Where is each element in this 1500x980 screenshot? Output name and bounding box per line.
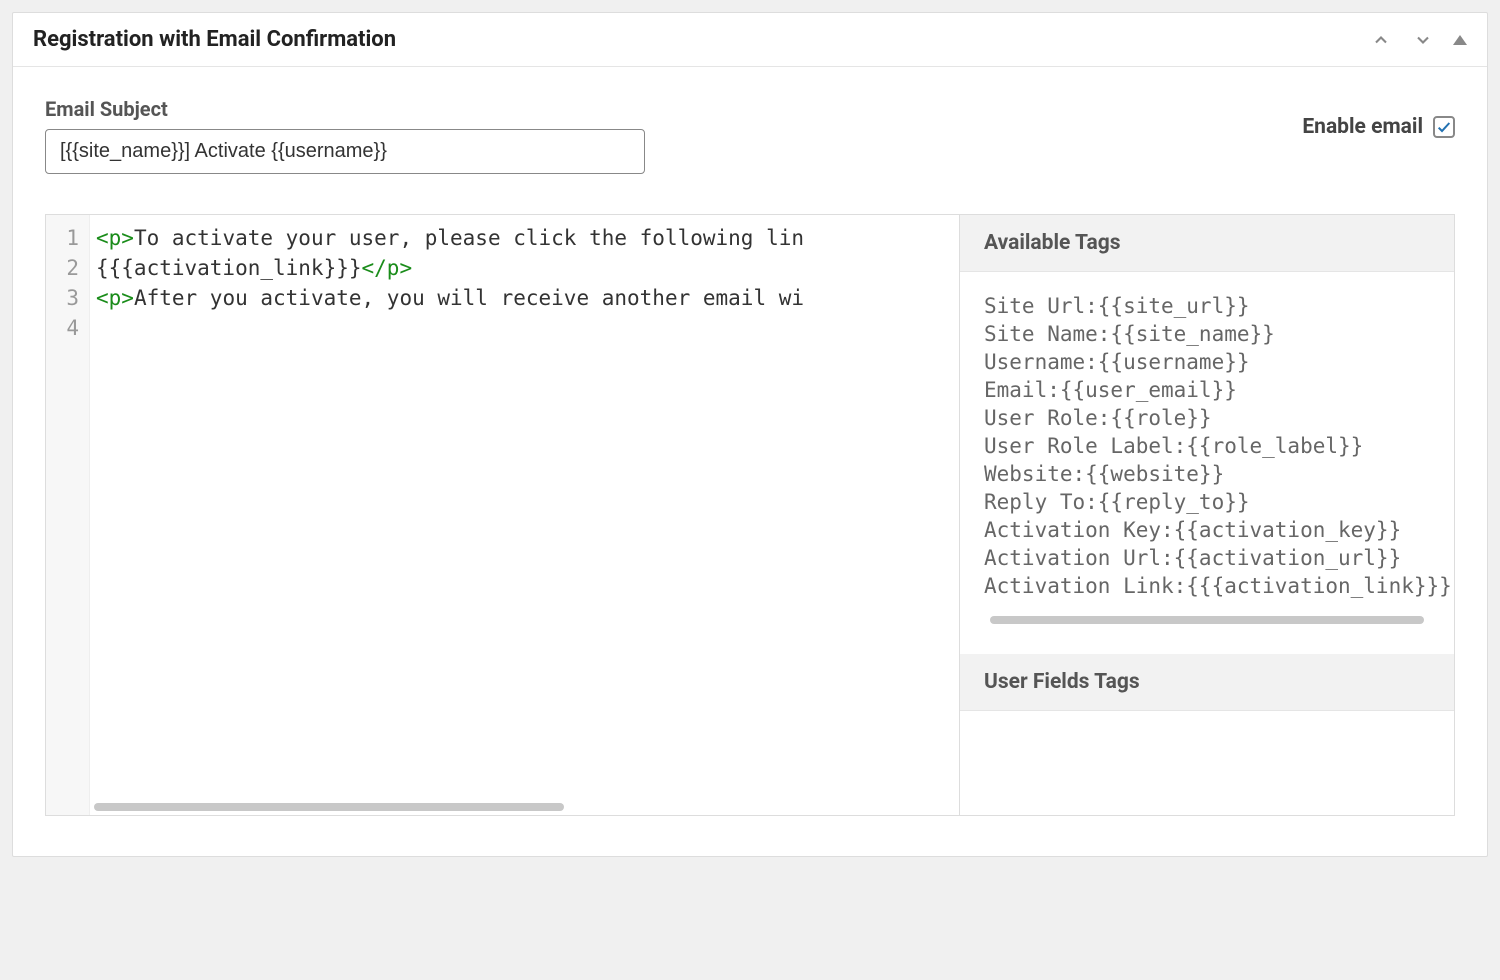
collapse-icon[interactable] [1453, 35, 1467, 45]
line-number: 3 [52, 283, 79, 313]
code-line[interactable]: {{{activation_link}}}</p> [96, 253, 953, 283]
chevron-up-icon[interactable] [1369, 28, 1393, 52]
enable-email-checkbox[interactable] [1433, 116, 1455, 138]
code-line[interactable]: <p>To activate your user, please click t… [96, 223, 953, 253]
tags-horizontal-scrollbar[interactable] [990, 616, 1424, 624]
line-number: 2 [52, 253, 79, 283]
user-fields-tags-header: User Fields Tags [960, 654, 1454, 711]
subject-label: Email Subject [45, 97, 645, 121]
enable-email-group: Enable email [1302, 115, 1455, 139]
editor-horizontal-scrollbar[interactable] [94, 803, 564, 811]
tags-sidebar: Available Tags Site Url:{{site_url}}Site… [959, 215, 1454, 815]
code-line[interactable] [96, 313, 953, 343]
editor-row: 1234 <p>To activate your user, please cl… [45, 214, 1455, 816]
tag-row[interactable]: Username:{{username}} [984, 348, 1430, 376]
panel-body: Email Subject Enable email 1234 <p>To ac… [13, 67, 1487, 856]
tag-row[interactable]: Site Name:{{site_name}} [984, 320, 1430, 348]
line-number: 4 [52, 313, 79, 343]
tag-row[interactable]: Activation Url:{{activation_url}} [984, 544, 1430, 572]
subject-input[interactable] [45, 129, 645, 174]
code-line[interactable]: <p>After you activate, you will receive … [96, 283, 953, 313]
panel-actions [1369, 28, 1467, 52]
settings-panel: Registration with Email Confirmation Ema… [12, 12, 1488, 857]
tag-row[interactable]: Site Url:{{site_url}} [984, 292, 1430, 320]
line-number: 1 [52, 223, 79, 253]
code-content[interactable]: <p>To activate your user, please click t… [90, 215, 959, 815]
tag-row[interactable]: User Role Label:{{role_label}} [984, 432, 1430, 460]
tag-row[interactable]: Reply To:{{reply_to}} [984, 488, 1430, 516]
subject-group: Email Subject [45, 97, 645, 174]
panel-header: Registration with Email Confirmation [13, 13, 1487, 67]
top-row: Email Subject Enable email [45, 97, 1455, 174]
line-gutter: 1234 [46, 215, 90, 815]
user-fields-tags-body [960, 711, 1454, 771]
tag-row[interactable]: Activation Link:{{{activation_link}}} [984, 572, 1430, 600]
code-editor[interactable]: 1234 <p>To activate your user, please cl… [46, 215, 959, 815]
enable-email-label: Enable email [1302, 115, 1423, 139]
available-tags-list: Site Url:{{site_url}}Site Name:{{site_na… [960, 272, 1454, 654]
tag-row[interactable]: User Role:{{role}} [984, 404, 1430, 432]
chevron-down-icon[interactable] [1411, 28, 1435, 52]
tag-row[interactable]: Email:{{user_email}} [984, 376, 1430, 404]
tag-row[interactable]: Activation Key:{{activation_key}} [984, 516, 1430, 544]
available-tags-header: Available Tags [960, 215, 1454, 272]
panel-title: Registration with Email Confirmation [33, 27, 396, 52]
tag-row[interactable]: Website:{{website}} [984, 460, 1430, 488]
